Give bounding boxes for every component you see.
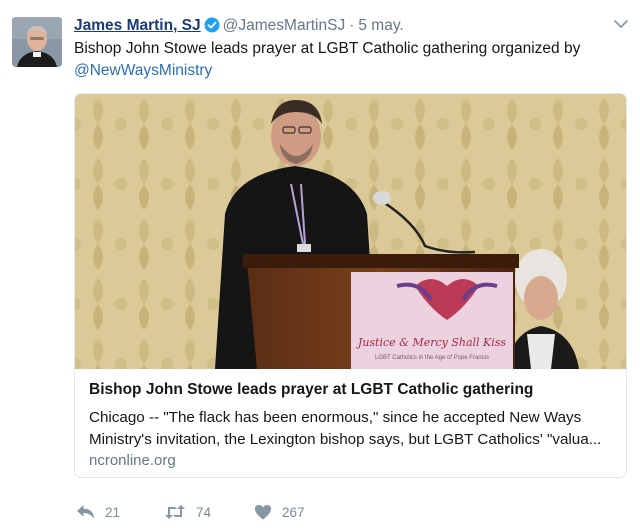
card-description: Chicago -- "The flack has been enormous,… — [89, 409, 602, 448]
reply-count: 21 — [105, 504, 121, 520]
separator-dot: · — [349, 17, 355, 34]
tweet-text: Bishop John Stowe leads prayer at LGBT C… — [74, 38, 624, 82]
mention-link[interactable]: @NewWaysMinistry — [74, 60, 624, 82]
retweet-count: 74 — [196, 504, 212, 520]
banner-title: Justice & Mercy Shall Kiss — [356, 336, 507, 349]
avatar[interactable] — [12, 17, 62, 67]
heart-icon — [254, 504, 282, 520]
reply-button[interactable]: 21 — [76, 500, 120, 524]
tweet-timestamp[interactable]: 5 may. — [358, 17, 403, 34]
banner-subtitle: LGBT Catholics in the Age of Pope Franci… — [375, 355, 489, 361]
tweet-actions: 21 74 267 — [74, 500, 374, 524]
tweet-body: Bishop John Stowe leads prayer at LGBT C… — [74, 40, 581, 57]
retweet-icon — [164, 504, 196, 520]
tweet-header: James Martin, SJ @JamesMartinSJ · 5 may. — [74, 15, 404, 37]
card-domain: ncronline.org — [89, 452, 176, 469]
verified-badge-icon — [204, 17, 220, 40]
link-card[interactable]: Justice & Mercy Shall Kiss LGBT Catholic… — [74, 93, 627, 478]
card-title[interactable]: Bishop John Stowe leads prayer at LGBT C… — [89, 380, 619, 400]
tweet[interactable]: James Martin, SJ @JamesMartinSJ · 5 may. Bi… — [0, 0, 640, 531]
like-button[interactable]: 267 — [254, 500, 305, 524]
reply-icon — [76, 504, 105, 520]
chevron-down-icon[interactable] — [612, 17, 630, 31]
like-count: 267 — [282, 504, 305, 520]
retweet-button[interactable]: 74 — [164, 500, 211, 524]
author-name[interactable]: James Martin, SJ — [74, 17, 201, 34]
card-image[interactable]: Justice & Mercy Shall Kiss LGBT Catholic… — [75, 94, 626, 369]
author-handle[interactable]: @JamesMartinSJ — [223, 17, 346, 34]
